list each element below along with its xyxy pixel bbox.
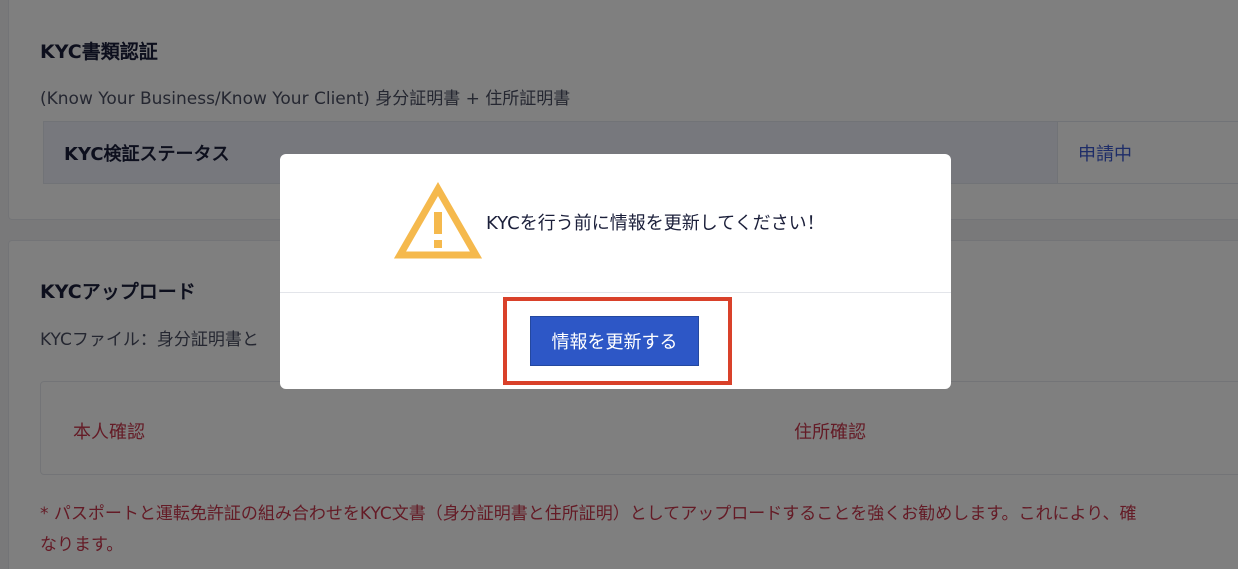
update-info-button[interactable]: 情報を更新する: [530, 316, 699, 366]
dialog-body: KYCを行う前に情報を更新してください！: [280, 154, 951, 293]
update-info-dialog: KYCを行う前に情報を更新してください！ 情報を更新する: [280, 154, 951, 389]
warning-icon: [394, 182, 482, 259]
dialog-message: KYCを行う前に情報を更新してください！: [486, 213, 825, 234]
